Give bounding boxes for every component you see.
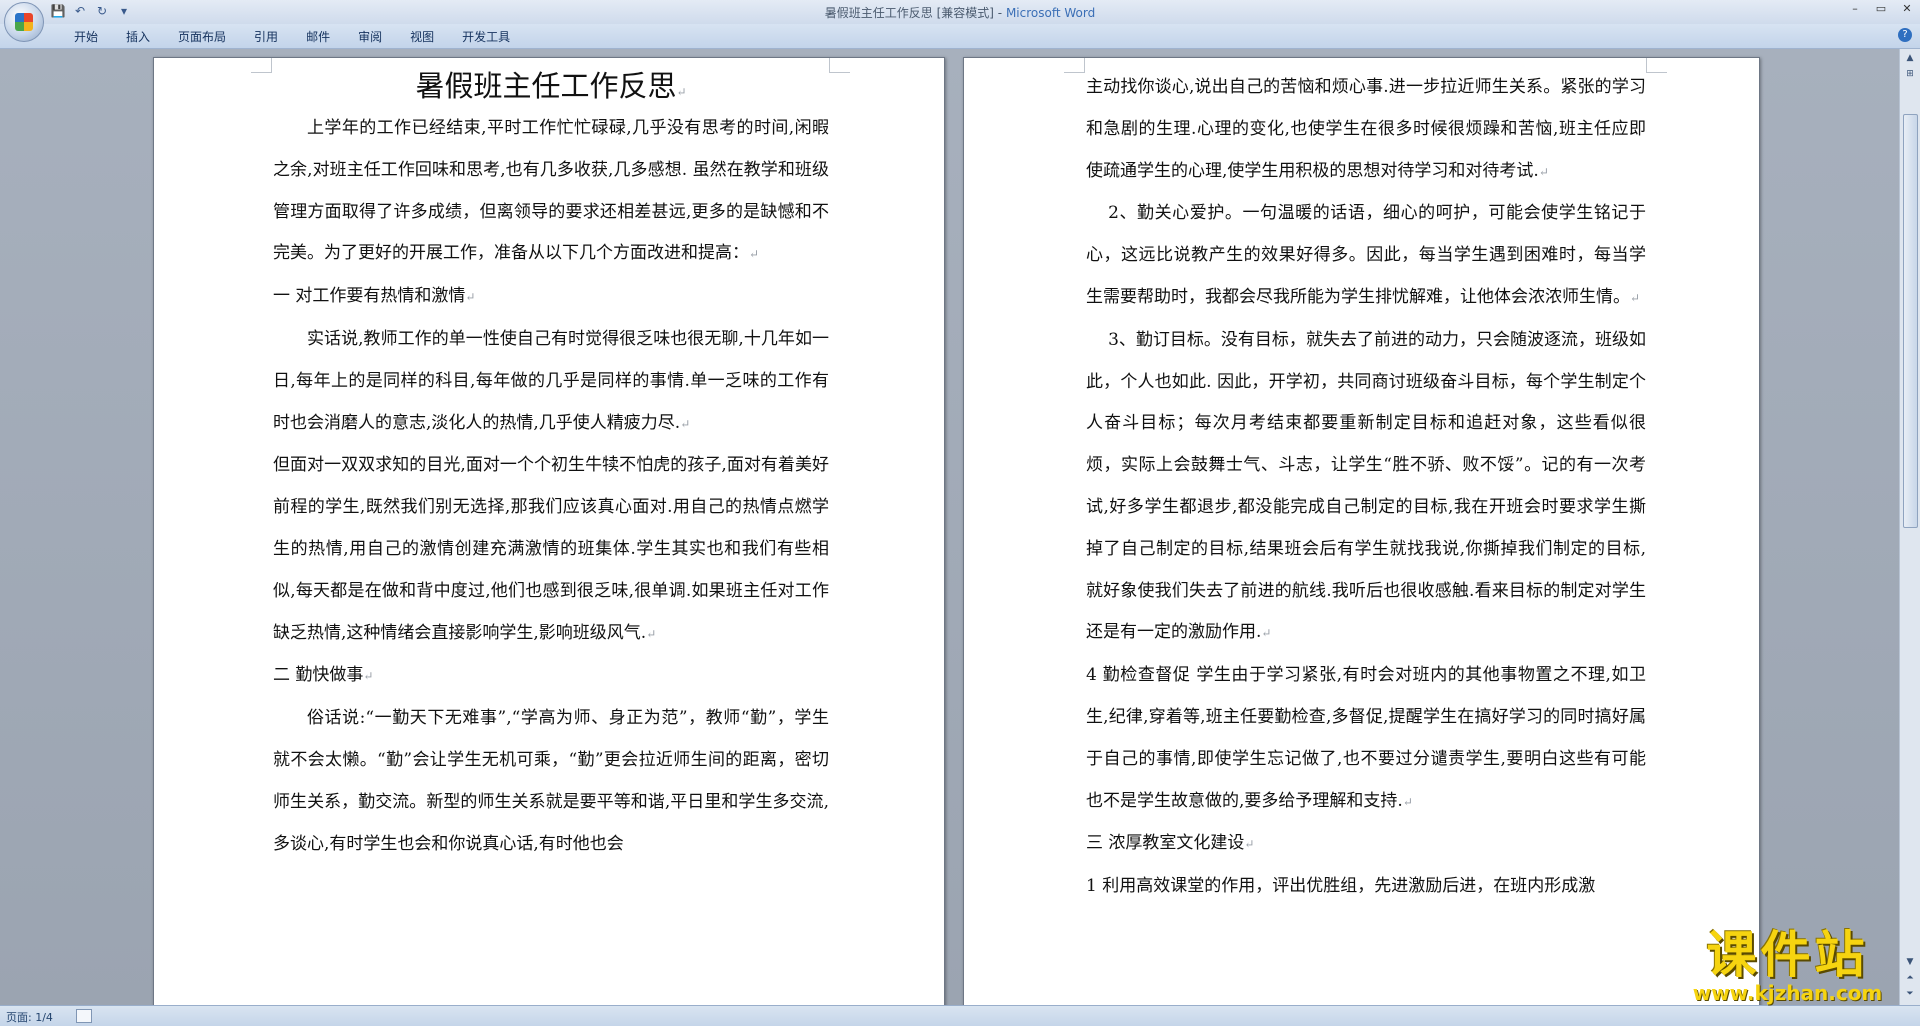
app-name: Microsoft Word bbox=[1005, 6, 1096, 20]
paragraph-mark: ↵ bbox=[1261, 626, 1272, 641]
paragraph-text: 4 勤检查督促 学生由于学习紧张,有时会对班内的其他事物置之不理,如卫生,纪律,… bbox=[1086, 665, 1646, 811]
crop-mark bbox=[1064, 58, 1085, 73]
paragraph-text: 上学年的工作已经结束,平时工作忙忙碌碌,几乎没有思考的时间,闲暇之余,对班主任工… bbox=[273, 118, 829, 264]
tab-review[interactable]: 审阅 bbox=[344, 28, 396, 46]
minimize-button[interactable]: – bbox=[1848, 2, 1862, 15]
paragraph: 1 利用高效课堂的作用，评出优胜组，先进激励后进，在班内形成激 bbox=[1086, 866, 1646, 908]
paragraph-mark: ↵ bbox=[676, 85, 687, 99]
document-page-2[interactable]: 主动找你谈心,说出自己的苦恼和烦心事.进一步拉近师生关系。紧张的学习和急剧的生理… bbox=[963, 57, 1760, 1005]
paragraph-mark: ↵ bbox=[1402, 794, 1413, 809]
office-logo-icon bbox=[15, 13, 33, 31]
close-button[interactable]: ✕ bbox=[1900, 2, 1914, 15]
paragraph: 但面对一双双求知的目光,面对一个个初生牛犊不怕虎的孩子,面对有着美好前程的学生,… bbox=[273, 445, 829, 655]
page-2-text[interactable]: 主动找你谈心,说出自己的苦恼和烦心事.进一步拉近师生关系。紧张的学习和急剧的生理… bbox=[1086, 67, 1646, 908]
tab-references[interactable]: 引用 bbox=[240, 28, 292, 46]
paragraph: 主动找你谈心,说出自己的苦恼和烦心事.进一步拉近师生关系。紧张的学习和急剧的生理… bbox=[1086, 67, 1646, 193]
paragraph-mark: ↵ bbox=[465, 290, 476, 305]
paragraph-text: 俗话说:“一勤天下无难事”,“学高为师、身正为范”，教师“勤”，学生就不会太懒。… bbox=[273, 708, 829, 854]
restore-button[interactable]: ▭ bbox=[1874, 2, 1888, 15]
scroll-up-icon[interactable]: ▲ bbox=[1902, 51, 1918, 65]
vertical-scrollbar[interactable]: ▲ ⊞ ▼ ⏶ ⏷ bbox=[1899, 49, 1920, 1005]
tab-home[interactable]: 开始 bbox=[60, 28, 112, 46]
paragraph-mark: ↵ bbox=[1630, 290, 1641, 305]
status-bar: 页面: 1/4 bbox=[0, 1005, 1920, 1026]
paragraph-mark: ↵ bbox=[680, 416, 691, 431]
tab-insert[interactable]: 插入 bbox=[112, 28, 164, 46]
page-count[interactable]: 页面: 1/4 bbox=[6, 1009, 53, 1025]
watermark: 课件站 www.kjzhan.com bbox=[1665, 928, 1910, 1004]
ribbon-tab-bar: 开始 插入 页面布局 引用 邮件 审阅 视图 开发工具 ? bbox=[0, 24, 1920, 49]
watermark-text: 课件站 bbox=[1706, 926, 1869, 984]
document-name: 暑假班主任工作反思 [兼容模式] bbox=[824, 6, 994, 20]
window-title: 暑假班主任工作反思 [兼容模式] - Microsoft Word bbox=[0, 4, 1920, 21]
ruler-toggle-icon[interactable]: ⊞ bbox=[1902, 67, 1918, 81]
paragraph-text: 3、勤订目标。没有目标，就失去了前进的动力，只会随波逐流，班级如此，个人也如此.… bbox=[1086, 329, 1646, 643]
paragraph: 4 勤检查督促 学生由于学习紧张,有时会对班内的其他事物置之不理,如卫生,纪律,… bbox=[1086, 655, 1646, 823]
watermark-url: www.kjzhan.com bbox=[1692, 981, 1883, 1005]
paragraph-text: 2、勤关心爱护。一句温暖的话语，细心的呵护，可能会使学生铭记于心，这远比说教产生… bbox=[1086, 203, 1646, 307]
heading-text: 一 对工作要有热情和激情 bbox=[273, 286, 466, 307]
paragraph-mark: ↵ bbox=[749, 247, 760, 262]
paragraph: 3、勤订目标。没有目标，就失去了前进的动力，只会随波逐流，班级如此，个人也如此.… bbox=[1086, 320, 1646, 655]
crop-mark bbox=[829, 58, 850, 73]
crop-mark bbox=[251, 58, 272, 73]
proofing-icon[interactable] bbox=[76, 1009, 92, 1023]
title-separator: - bbox=[993, 6, 1006, 20]
help-icon[interactable]: ? bbox=[1898, 28, 1912, 42]
heading-text: 三 浓厚教室文化建设 bbox=[1086, 833, 1245, 854]
paragraph-text: 主动找你谈心,说出自己的苦恼和烦心事.进一步拉近师生关系。紧张的学习和急剧的生理… bbox=[1086, 77, 1646, 181]
paragraph-text: 但面对一双双求知的目光,面对一个个初生牛犊不怕虎的孩子,面对有着美好前程的学生,… bbox=[273, 455, 829, 643]
document-title: 暑假班主任工作反思↵ bbox=[273, 64, 829, 108]
window-controls: – ▭ ✕ bbox=[1848, 2, 1914, 15]
paragraph-text: 实话说,教师工作的单一性使自己有时觉得很乏味也很无聊,十几年如一日,每年上的是同… bbox=[273, 328, 829, 433]
tab-page-layout[interactable]: 页面布局 bbox=[164, 28, 240, 46]
document-area[interactable]: 暑假班主任工作反思↵ 上学年的工作已经结束,平时工作忙忙碌碌,几乎没有思考的时间… bbox=[0, 49, 1900, 1005]
tab-view[interactable]: 视图 bbox=[396, 28, 448, 46]
section-heading: 一 对工作要有热情和激情↵ bbox=[273, 276, 829, 319]
crop-mark bbox=[1646, 58, 1667, 73]
paragraph: 俗话说:“一勤天下无难事”,“学高为师、身正为范”，教师“勤”，学生就不会太懒。… bbox=[273, 698, 829, 865]
paragraph: 2、勤关心爱护。一句温暖的话语，细心的呵护，可能会使学生铭记于心，这远比说教产生… bbox=[1086, 193, 1646, 319]
tab-mailings[interactable]: 邮件 bbox=[292, 28, 344, 46]
tab-developer[interactable]: 开发工具 bbox=[448, 28, 524, 46]
section-heading: 二 勤快做事↵ bbox=[273, 655, 829, 698]
paragraph: 实话说,教师工作的单一性使自己有时觉得很乏味也很无聊,十几年如一日,每年上的是同… bbox=[273, 319, 829, 445]
paragraph: 上学年的工作已经结束,平时工作忙忙碌碌,几乎没有思考的时间,闲暇之余,对班主任工… bbox=[273, 108, 829, 276]
paragraph-mark: ↵ bbox=[1538, 164, 1549, 179]
section-heading: 三 浓厚教室文化建设↵ bbox=[1086, 823, 1646, 866]
document-page-1[interactable]: 暑假班主任工作反思↵ 上学年的工作已经结束,平时工作忙忙碌碌,几乎没有思考的时间… bbox=[153, 57, 945, 1005]
office-button[interactable] bbox=[4, 2, 44, 42]
paragraph-mark: ↵ bbox=[646, 626, 657, 641]
heading-text: 二 勤快做事 bbox=[273, 665, 364, 686]
paragraph-text: 1 利用高效课堂的作用，评出优胜组，先进激励后进，在班内形成激 bbox=[1086, 876, 1596, 897]
page-1-text[interactable]: 暑假班主任工作反思↵ 上学年的工作已经结束,平时工作忙忙碌碌,几乎没有思考的时间… bbox=[273, 64, 829, 865]
paragraph-mark: ↵ bbox=[1244, 837, 1255, 852]
title-bar: 💾 ↶ ↻ ▾ 暑假班主任工作反思 [兼容模式] - Microsoft Wor… bbox=[0, 0, 1920, 42]
ribbon-tabs: 开始 插入 页面布局 引用 邮件 审阅 视图 开发工具 bbox=[60, 28, 524, 46]
paragraph-mark: ↵ bbox=[363, 669, 374, 684]
document-title-text: 暑假班主任工作反思 bbox=[415, 69, 677, 103]
scroll-thumb[interactable] bbox=[1903, 114, 1918, 528]
